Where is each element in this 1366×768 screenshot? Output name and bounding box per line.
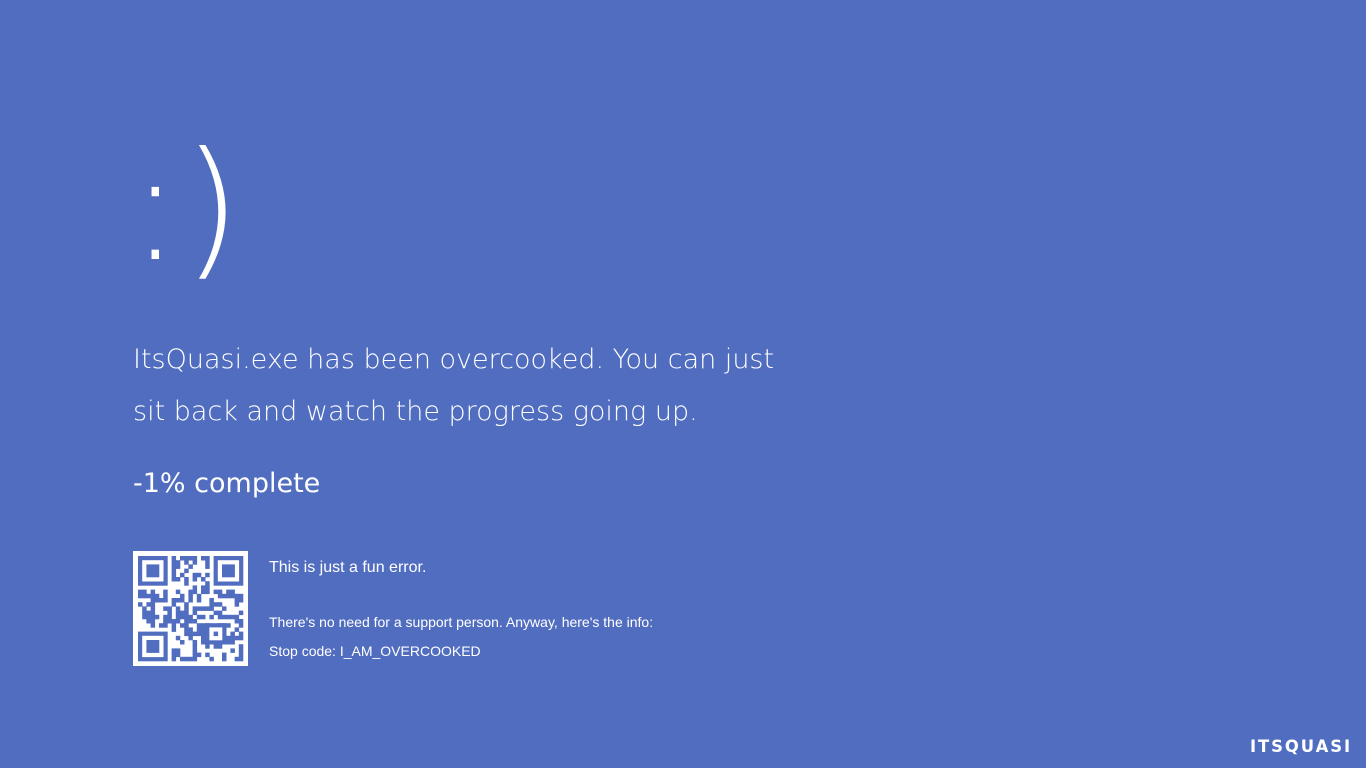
- progress-text: -1% complete: [133, 468, 321, 499]
- error-message-line-2: sit back and watch the progress going up…: [133, 396, 698, 427]
- itsquasi-logo: ITSQUASI: [1250, 735, 1354, 760]
- bsod-screen: :) ItsQuasi.exe has been overcooked. You…: [0, 0, 1366, 768]
- stop-code-text: Stop code: I_AM_OVERCOOKED: [269, 643, 481, 659]
- fun-error-text: This is just a fun error.: [269, 559, 427, 576]
- error-message: ItsQuasi.exe has been overcooked. You ca…: [133, 334, 775, 438]
- info-block: This is just a fun error. There's no nee…: [269, 556, 769, 661]
- itsquasi-logo-graphic: ITSQUASI: [1250, 737, 1352, 757]
- smiley-face: :): [130, 121, 244, 295]
- error-message-line-1: ItsQuasi.exe has been overcooked. You ca…: [133, 344, 775, 375]
- svg-text:ITSQUASI: ITSQUASI: [1250, 737, 1352, 755]
- qr-code-icon: [133, 551, 248, 666]
- qr-code-graphic: [138, 556, 244, 662]
- support-text: There's no need for a support person. An…: [269, 614, 654, 630]
